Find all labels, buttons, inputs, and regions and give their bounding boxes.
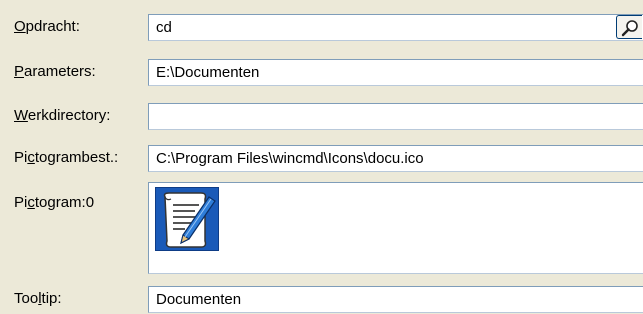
parameters-label: Parameters: xyxy=(14,63,96,80)
parameters-input[interactable] xyxy=(148,59,643,86)
tooltip-input[interactable] xyxy=(148,286,643,313)
opdracht-label: Opdracht: xyxy=(14,18,80,35)
browse-button[interactable] xyxy=(616,15,642,39)
pictogrambest-input[interactable] xyxy=(148,145,643,172)
werkdirectory-input[interactable] xyxy=(148,103,643,130)
pictogram-label: Pictogram:0 xyxy=(14,194,95,211)
opdracht-input[interactable] xyxy=(148,14,643,41)
tooltip-label: Tooltip: xyxy=(14,290,62,307)
werkdirectory-label: Werkdirectory: xyxy=(14,107,111,124)
pictogram-preview[interactable] xyxy=(148,182,643,274)
magnifier-icon xyxy=(621,20,638,37)
pictogrambest-label: Pictogrambest.: xyxy=(14,149,119,166)
document-scroll-pen-icon xyxy=(155,187,219,251)
